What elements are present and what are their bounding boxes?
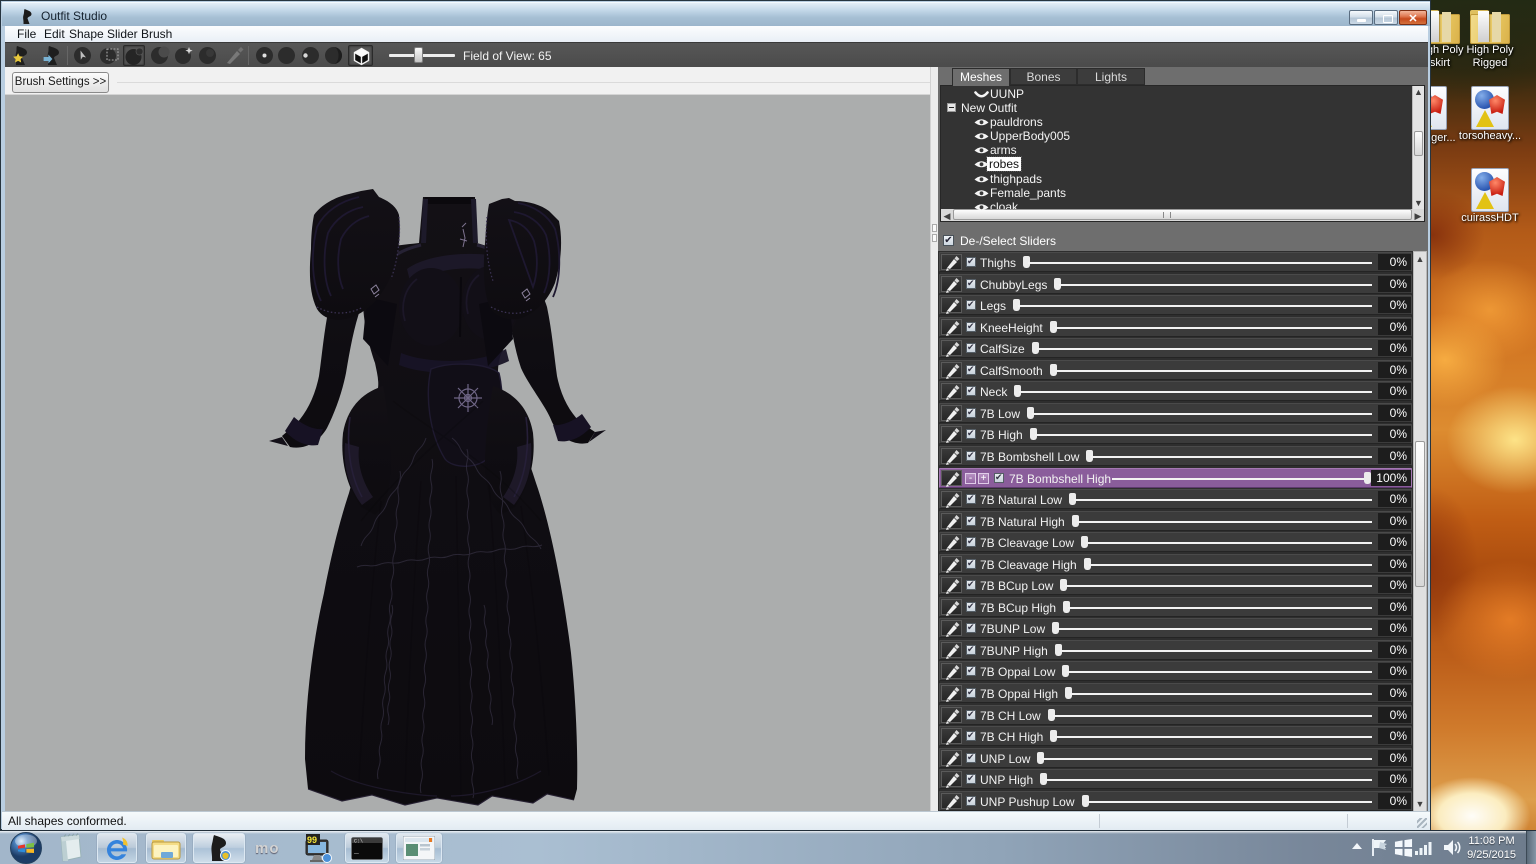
svg-text:C:\: C:\: [354, 839, 363, 845]
svg-text:_: _: [353, 847, 359, 856]
svg-text:99: 99: [307, 835, 317, 845]
